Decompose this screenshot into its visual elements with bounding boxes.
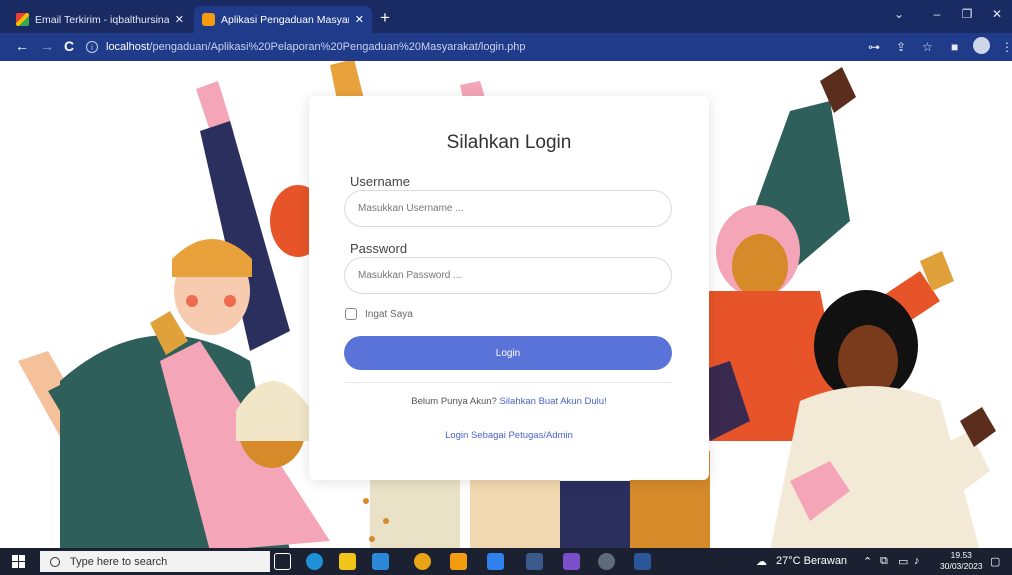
gmail-icon — [16, 13, 29, 26]
remember-me-label: Ingat Saya — [365, 308, 413, 320]
restore-button[interactable]: ❐ — [952, 7, 982, 21]
edge-icon[interactable] — [306, 553, 323, 570]
tab-aplikasi-pengaduan[interactable]: Aplikasi Pengaduan Masyarakat ✕ — [194, 6, 372, 33]
tray-chevron-icon[interactable]: ⌃ — [863, 555, 872, 568]
login-title: Silahkan Login — [446, 132, 572, 153]
tab-email[interactable]: Email Terkirim - iqbalthursina@g ✕ — [8, 6, 192, 33]
minimize-button[interactable]: – — [922, 7, 952, 21]
xampp-icon[interactable] — [450, 553, 467, 570]
username-label: Username — [350, 174, 410, 189]
reload-button[interactable]: C — [64, 38, 74, 55]
cloud-icon: ☁ — [756, 556, 767, 568]
info-icon[interactable]: i — [86, 41, 98, 53]
page-background: Silahkan Login Username Password Ingat S… — [0, 61, 1012, 548]
tab-title: Aplikasi Pengaduan Masyarakat — [221, 13, 349, 26]
password-input[interactable] — [344, 257, 672, 294]
windows-start-icon[interactable] — [12, 555, 25, 568]
taskbar-search-box[interactable]: Type here to search — [40, 551, 270, 572]
network-icon[interactable]: ⧉ — [880, 555, 888, 568]
forward-button[interactable]: → — [40, 38, 54, 55]
url-field[interactable]: i localhost /pengaduan/Aplikasi%20Pelapo… — [86, 37, 850, 57]
username-input[interactable] — [344, 190, 672, 227]
signup-link[interactable]: Silahkan Buat Akun Dulu! — [499, 396, 606, 407]
notification-icon[interactable]: ▢ — [990, 555, 1000, 568]
chrome-icon[interactable] — [414, 553, 431, 570]
key-icon[interactable]: ⊶ — [868, 39, 880, 55]
profile-avatar[interactable] — [973, 37, 990, 54]
admin-login-row: Login Sebagai Petugas/Admin — [309, 430, 709, 441]
signup-prompt: Belum Punya Akun? — [411, 396, 497, 407]
back-button[interactable]: ← — [15, 38, 29, 55]
clock[interactable]: 19.53 30/03/2023 — [940, 550, 983, 572]
clock-date: 30/03/2023 — [940, 561, 983, 571]
weather-text[interactable]: 27°C Berawan — [776, 555, 847, 567]
search-placeholder: Type here to search — [70, 555, 168, 568]
windows-taskbar: Type here to search ☁ 27°C Berawan ⌃ ⧉ ▭… — [0, 548, 1012, 575]
login-card: Silahkan Login Username Password Ingat S… — [309, 96, 709, 480]
close-tab-icon[interactable]: ✕ — [175, 13, 184, 26]
close-tab-icon[interactable]: ✕ — [355, 13, 364, 26]
app-favicon-icon — [202, 13, 215, 26]
menu-icon[interactable]: ⋮ — [1001, 39, 1012, 55]
bookmark-star-icon[interactable]: ☆ — [922, 39, 933, 55]
new-tab-button[interactable]: + — [380, 8, 390, 28]
vscode-icon[interactable] — [487, 553, 504, 570]
clock-time: 19.53 — [950, 550, 972, 560]
sidepanel-icon[interactable]: ■ — [951, 39, 958, 55]
divider — [344, 382, 672, 383]
admin-login-link[interactable]: Login Sebagai Petugas/Admin — [445, 430, 573, 441]
remember-me-row[interactable]: Ingat Saya — [345, 308, 413, 320]
file-explorer-icon[interactable] — [339, 553, 356, 570]
search-icon — [50, 556, 60, 567]
task-view-icon[interactable] — [274, 553, 291, 570]
close-window-button[interactable]: ✕ — [982, 7, 1012, 21]
chrome-active-icon[interactable] — [598, 553, 615, 570]
url-path: /pengaduan/Aplikasi%20Pelaporan%20Pengad… — [149, 41, 526, 53]
visual-studio-icon[interactable] — [563, 553, 580, 570]
remember-me-checkbox[interactable] — [345, 308, 357, 320]
display-icon[interactable]: ▭ — [898, 555, 908, 568]
url-host: localhost — [106, 41, 150, 53]
signup-text: Belum Punya Akun? Silahkan Buat Akun Dul… — [309, 396, 709, 407]
tab-search-chevron-icon[interactable]: ⌄ — [884, 7, 914, 21]
login-button[interactable]: Login — [344, 336, 672, 370]
word-icon[interactable] — [634, 553, 651, 570]
store-icon[interactable] — [526, 553, 543, 570]
password-label: Password — [350, 241, 408, 256]
address-toolbar: ← → C i localhost /pengaduan/Aplikasi%20… — [0, 33, 1012, 61]
share-icon[interactable]: ⇪ — [896, 39, 906, 55]
mail-icon[interactable] — [372, 553, 389, 570]
volume-muted-icon[interactable]: ♪ — [914, 555, 920, 567]
browser-tab-bar: Email Terkirim - iqbalthursina@g ✕ Aplik… — [0, 0, 1012, 33]
tab-title: Email Terkirim - iqbalthursina@g — [35, 13, 169, 26]
